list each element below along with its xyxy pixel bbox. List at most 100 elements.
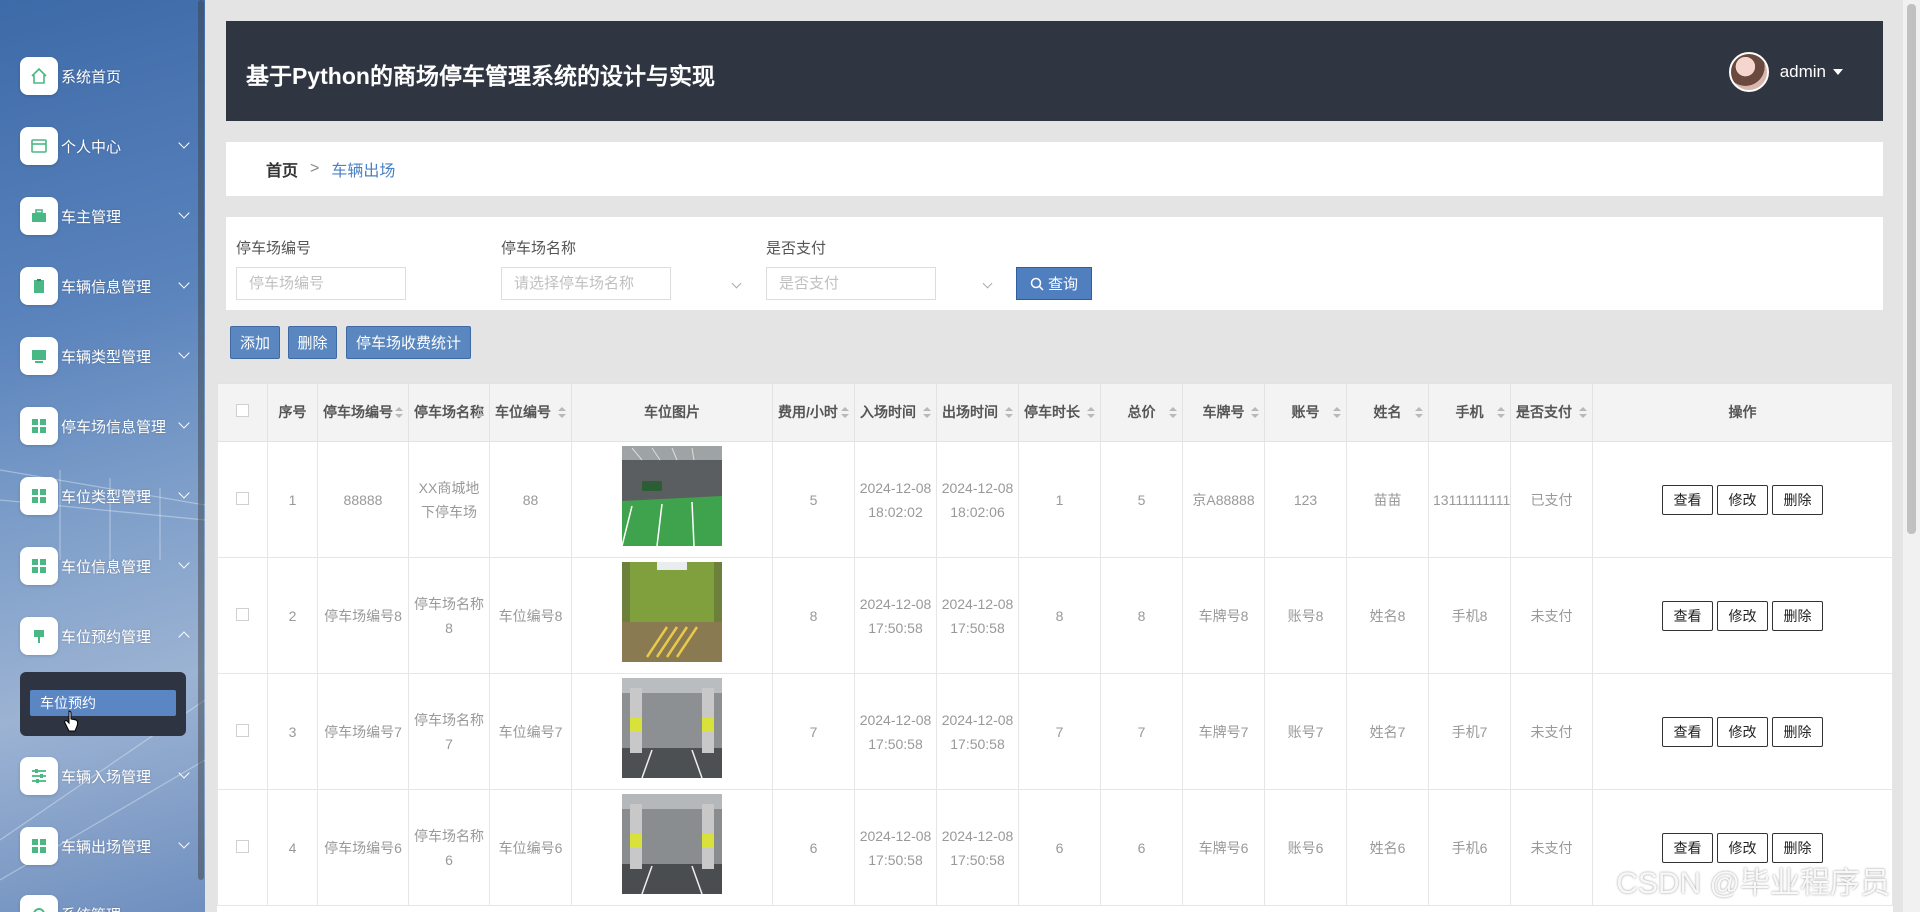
cell-no: 1: [267, 441, 318, 558]
sidebar-scrollbar[interactable]: [198, 0, 204, 880]
parking-space-image[interactable]: [621, 446, 722, 547]
sort-icon[interactable]: [1251, 407, 1259, 419]
chevron-down-icon[interactable]: [982, 278, 993, 289]
page-scrollbar[interactable]: [1903, 0, 1920, 912]
sidebar-item-profile[interactable]: 个人中心: [20, 127, 200, 165]
col-header-name[interactable]: 姓名: [1346, 383, 1429, 442]
sidebar-item-vehicle-type[interactable]: 车辆类型管理: [20, 337, 200, 375]
sort-icon[interactable]: [1169, 407, 1177, 419]
col-header-total[interactable]: 总价: [1100, 383, 1183, 442]
breadcrumb-home[interactable]: 首页: [266, 157, 298, 181]
row-select-cell: [217, 673, 268, 790]
sidebar-item-home[interactable]: 系统首页: [20, 57, 200, 95]
sort-icon[interactable]: [476, 407, 484, 419]
row-delete-button[interactable]: 删除: [1772, 484, 1823, 515]
row-delete-button[interactable]: 删除: [1772, 600, 1823, 631]
add-button[interactable]: 添加: [230, 326, 280, 359]
grid-icon: [20, 547, 58, 585]
sidebar-item-space-type[interactable]: 车位类型管理: [20, 477, 200, 515]
lot-name-select[interactable]: 请选择停车场名称: [501, 267, 671, 300]
sort-icon[interactable]: [923, 407, 931, 419]
sidebar-item-label: 车位信息管理: [61, 558, 152, 576]
watermark: CSDN @毕业程序员: [1616, 867, 1890, 900]
view-button[interactable]: 查看: [1662, 600, 1713, 631]
cell-no: 2: [267, 557, 318, 674]
col-header-plate[interactable]: 车牌号: [1182, 383, 1265, 442]
sort-icon[interactable]: [395, 407, 403, 419]
sort-icon[interactable]: [1579, 407, 1587, 419]
sort-icon[interactable]: [1005, 407, 1013, 419]
col-header-label: 费用/小时: [778, 404, 838, 420]
username[interactable]: admin: [1780, 62, 1826, 82]
col-header-space-no[interactable]: 车位编号: [489, 383, 572, 442]
row-delete-button[interactable]: 删除: [1772, 716, 1823, 747]
scrollbar-thumb[interactable]: [1907, 4, 1916, 534]
chevron-down-icon: [178, 837, 190, 849]
sidebar-item-owner[interactable]: 车主管理: [20, 197, 200, 235]
caret-down-icon[interactable]: [1833, 69, 1843, 75]
col-header-lot-name[interactable]: 停车场名称: [408, 383, 490, 442]
reservation-submenu: 车位预约: [20, 672, 186, 736]
sidebar-item-system[interactable]: 系统管理: [20, 895, 200, 912]
col-header-account[interactable]: 账号: [1264, 383, 1347, 442]
sidebar-item-exit[interactable]: 车辆出场管理: [20, 827, 200, 865]
col-header-out-time[interactable]: 出场时间: [936, 383, 1019, 442]
app-title: 基于Python的商场停车管理系统的设计与实现: [246, 63, 715, 89]
chevron-down-icon: [178, 417, 190, 429]
sidebar-item-reservation[interactable]: 车位预约管理: [20, 617, 200, 655]
parking-space-image[interactable]: [622, 678, 722, 779]
cell-actions: 查看 修改 删除: [1592, 441, 1893, 558]
edit-button[interactable]: 修改: [1717, 716, 1768, 747]
sidebar-item-parking-lot[interactable]: 停车场信息管理: [20, 407, 200, 445]
chevron-down-icon[interactable]: [731, 278, 742, 289]
cell-fee: 8: [772, 557, 855, 674]
paid-select[interactable]: 是否支付: [766, 267, 936, 300]
col-header-duration[interactable]: 停车时长: [1018, 383, 1101, 442]
stats-button[interactable]: 停车场收费统计: [346, 326, 471, 359]
row-checkbox[interactable]: [236, 607, 249, 621]
cell-plate: 京A88888: [1182, 441, 1265, 558]
sidebar-item-entry[interactable]: 车辆入场管理: [20, 757, 200, 795]
col-header-lot-no[interactable]: 停车场编号: [317, 383, 409, 442]
sort-icon[interactable]: [1333, 407, 1341, 419]
view-button[interactable]: 查看: [1662, 484, 1713, 515]
parking-space-image[interactable]: [622, 794, 722, 895]
query-label: 查询: [1047, 276, 1078, 293]
sidebar-item-label: 系统首页: [61, 68, 122, 86]
col-header-phone[interactable]: 手机: [1428, 383, 1511, 442]
breadcrumb-current: 车辆出场: [331, 163, 396, 180]
row-checkbox[interactable]: [236, 491, 249, 505]
sort-icon[interactable]: [1415, 407, 1423, 419]
sidebar-item-label: 车位类型管理: [61, 488, 152, 506]
sidebar-item-space-info[interactable]: 车位信息管理: [20, 547, 200, 585]
cell-phone: 手机6: [1428, 789, 1511, 906]
sort-icon[interactable]: [841, 407, 849, 419]
cell-duration: 6: [1018, 789, 1101, 906]
submenu-item-reservation[interactable]: 车位预约: [30, 690, 176, 716]
sidebar-item-vehicle-info[interactable]: 车辆信息管理: [20, 267, 200, 305]
select-all-checkbox[interactable]: [236, 404, 249, 417]
col-header-paid[interactable]: 是否支付: [1510, 383, 1593, 442]
edit-button[interactable]: 修改: [1717, 600, 1768, 631]
col-header-in-time[interactable]: 入场时间: [854, 383, 937, 442]
parking-space-image[interactable]: [622, 562, 722, 662]
avatar[interactable]: [1728, 52, 1769, 92]
sort-icon[interactable]: [1497, 407, 1505, 419]
grid-icon: [20, 407, 58, 445]
cell-fee: 6: [772, 789, 855, 906]
col-header-fee[interactable]: 费用/小时: [772, 383, 855, 442]
data-table: 序号 停车场编号 停车场名称 车位编号 车位图片 费用/小时 入场时间 出场时间…: [217, 383, 1893, 912]
user-menu[interactable]: admin: [1728, 52, 1843, 92]
edit-button[interactable]: 修改: [1717, 484, 1768, 515]
lot-no-input[interactable]: 停车场编号: [236, 267, 406, 300]
row-checkbox[interactable]: [236, 839, 249, 853]
grid-icon: [20, 827, 58, 865]
view-button[interactable]: 查看: [1662, 716, 1713, 747]
query-button[interactable]: 查询: [1016, 267, 1092, 300]
sort-icon[interactable]: [558, 407, 566, 419]
delete-button[interactable]: 删除: [288, 326, 337, 359]
top-header: 基于Python的商场停车管理系统的设计与实现 admin: [226, 21, 1883, 121]
sort-icon[interactable]: [1087, 407, 1095, 419]
row-checkbox[interactable]: [236, 723, 249, 737]
cell-duration: 1: [1018, 441, 1101, 558]
